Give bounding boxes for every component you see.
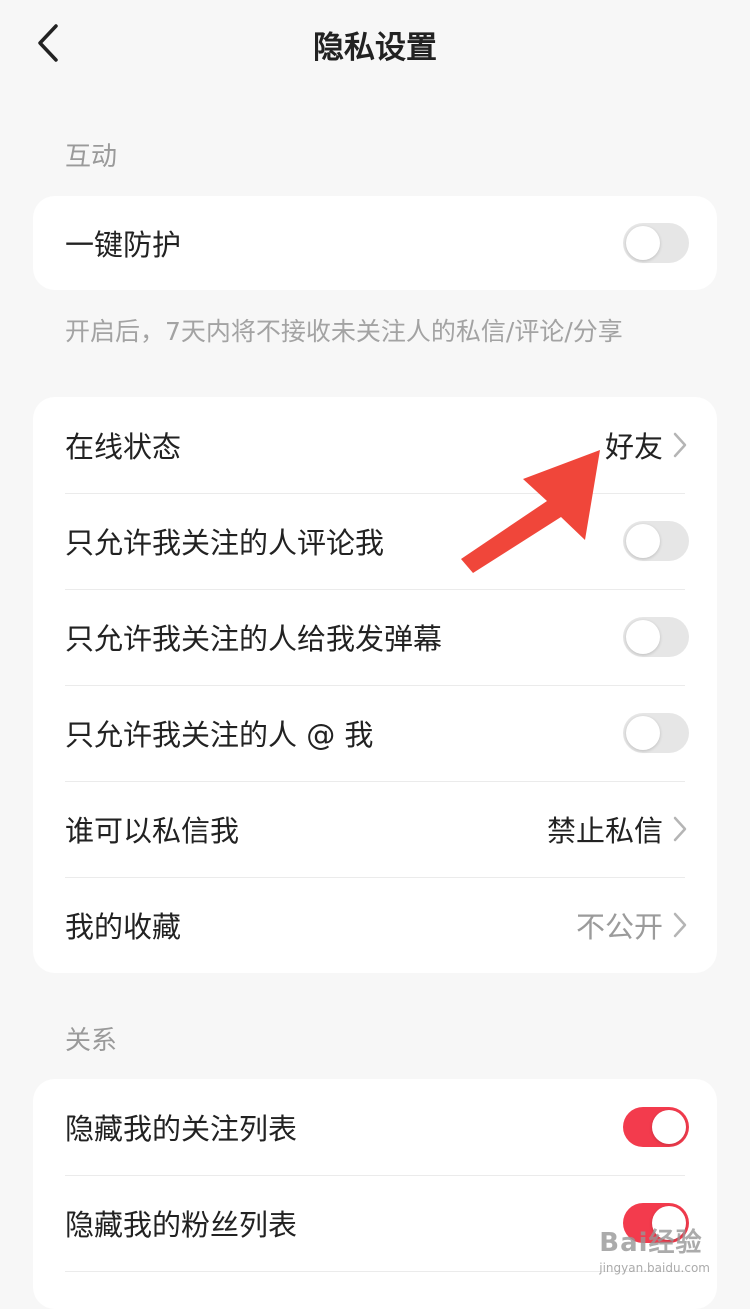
setting-row-mention-restriction[interactable]: 只允许我关注的人 @ 我 [33, 685, 717, 781]
setting-label: 只允许我关注的人评论我 [65, 526, 385, 560]
setting-label: 我的收藏 [65, 910, 182, 944]
toggle-knob [626, 716, 660, 750]
protection-card: 一键防护 [33, 196, 717, 290]
toggle-knob [626, 226, 660, 260]
navigation-bar: 隐私设置 [0, 0, 750, 90]
setting-label: 隐藏我的粉丝列表 [65, 1208, 298, 1242]
watermark-text: Bai经验 [599, 1228, 703, 1258]
comment-restriction-toggle[interactable] [623, 521, 689, 561]
setting-label: 一键防护 [65, 228, 182, 262]
section-header-relations: 关系 [65, 1026, 118, 1056]
chevron-right-icon [671, 431, 689, 459]
setting-row-online-status[interactable]: 在线状态 好友 [33, 397, 717, 493]
setting-row-hide-following[interactable]: 隐藏我的关注列表 [33, 1079, 717, 1175]
protection-toggle[interactable] [623, 223, 689, 263]
setting-row-protection[interactable]: 一键防护 [33, 196, 717, 290]
mention-restriction-toggle[interactable] [623, 713, 689, 753]
watermark: Bai经验 jingyan.baidu.com [599, 1222, 710, 1275]
hide-following-toggle[interactable] [623, 1107, 689, 1147]
setting-row-favorites[interactable]: 我的收藏 不公开 [33, 877, 717, 973]
setting-label: 隐藏我的关注列表 [65, 1112, 298, 1146]
section-header-interaction: 互动 [65, 142, 118, 172]
toggle-knob [626, 524, 660, 558]
danmaku-restriction-toggle[interactable] [623, 617, 689, 657]
toggle-knob [652, 1110, 686, 1144]
setting-row-comment-restriction[interactable]: 只允许我关注的人评论我 [33, 493, 717, 589]
setting-label: 只允许我关注的人给我发弹幕 [65, 622, 443, 656]
setting-value: 好友 [604, 430, 663, 464]
protection-hint: 开启后，7天内将不接收未关注人的私信/评论/分享 [65, 317, 623, 346]
setting-row-partial [33, 1271, 717, 1309]
setting-label: 谁可以私信我 [65, 814, 240, 848]
page-title: 隐私设置 [313, 30, 437, 66]
setting-label: 在线状态 [65, 430, 182, 464]
setting-label: 只允许我关注的人 @ 我 [65, 718, 374, 752]
setting-value: 不公开 [575, 910, 663, 944]
setting-row-danmaku-restriction[interactable]: 只允许我关注的人给我发弹幕 [33, 589, 717, 685]
chevron-right-icon [671, 911, 689, 939]
watermark-url: jingyan.baidu.com [599, 1261, 710, 1275]
settings-card: 在线状态 好友 只允许我关注的人评论我 只允许我关注的人给我发弹幕 只允许我关注… [33, 397, 717, 973]
chevron-right-icon [671, 815, 689, 843]
toggle-knob [626, 620, 660, 654]
setting-value: 禁止私信 [546, 814, 663, 848]
setting-row-private-message[interactable]: 谁可以私信我 禁止私信 [33, 781, 717, 877]
